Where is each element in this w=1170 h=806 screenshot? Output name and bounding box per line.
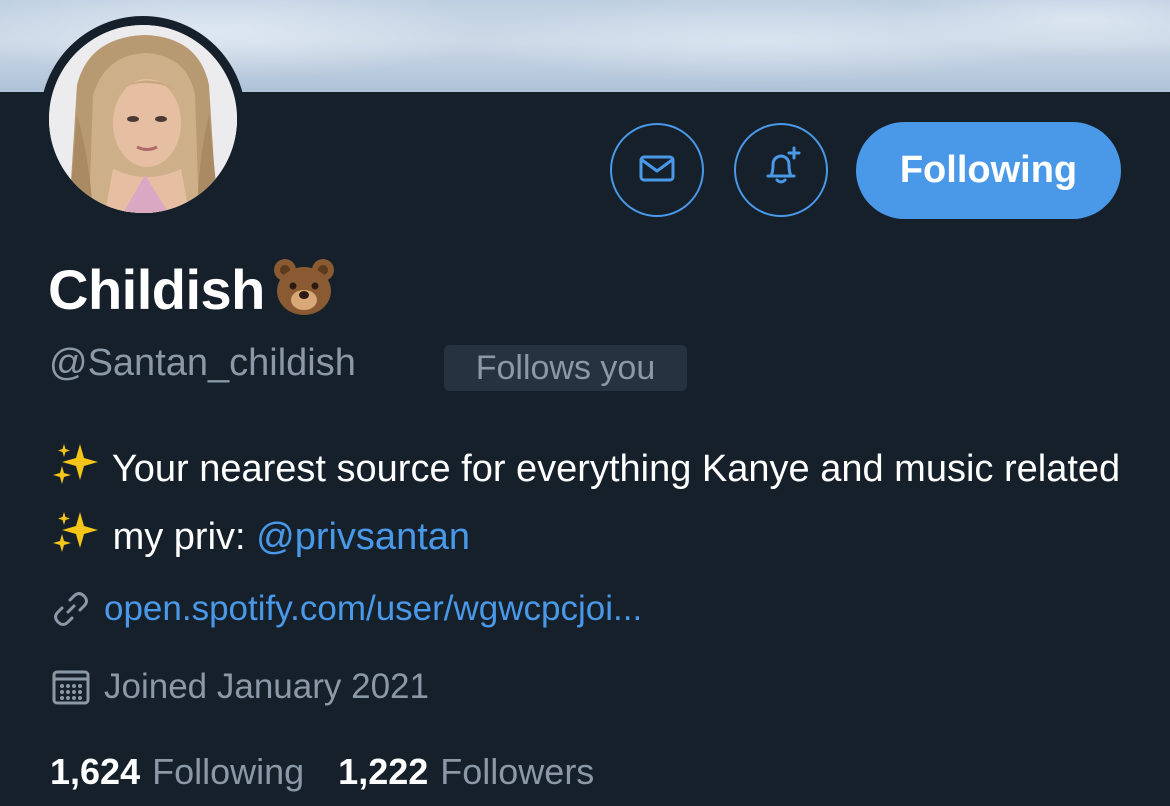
following-label: Following xyxy=(152,751,305,792)
website-row: open.spotify.com/user/wgwcpcjoi... xyxy=(48,586,642,632)
followers-stat[interactable]: 1,222 Followers xyxy=(338,751,594,793)
bell-plus-icon xyxy=(758,145,804,196)
avatar-photo xyxy=(49,25,237,213)
calendar-icon xyxy=(48,664,94,710)
user-handle: @Santan_childish xyxy=(49,342,356,384)
follows-you-badge: Follows you xyxy=(444,345,687,391)
following-button[interactable]: Following xyxy=(856,122,1121,219)
bio-text: Your nearest source for everything Kanye… xyxy=(111,448,1121,490)
display-name: Childish xyxy=(48,257,265,321)
following-stat[interactable]: 1,624 Following xyxy=(50,751,304,793)
display-name-row: Childish xyxy=(48,254,337,324)
link-icon xyxy=(48,586,94,632)
sparkles-icon xyxy=(50,510,102,574)
website-link[interactable]: open.spotify.com/user/wgwcpcjoi... xyxy=(104,589,642,629)
bear-face-icon xyxy=(271,256,337,323)
joined-row: Joined January 2021 xyxy=(48,664,429,710)
bio-text-priv: my priv: xyxy=(112,516,246,558)
followers-label: Followers xyxy=(440,751,595,792)
envelope-icon xyxy=(637,148,677,193)
joined-date: Joined January 2021 xyxy=(104,667,429,706)
followers-count: 1,222 xyxy=(338,751,429,792)
avatar[interactable] xyxy=(40,16,246,222)
mention-link[interactable]: @privsantan xyxy=(256,516,470,558)
profile-page: Following Childish @Santan_childish Foll… xyxy=(0,0,1170,806)
following-count: 1,624 xyxy=(50,751,141,792)
notifications-button[interactable] xyxy=(734,123,828,217)
profile-bio: Your nearest source for everything Kanye… xyxy=(50,438,1130,574)
sparkles-icon xyxy=(50,442,102,506)
follow-stats: 1,624 Following 1,222 Followers xyxy=(50,748,594,796)
message-button[interactable] xyxy=(610,123,704,217)
